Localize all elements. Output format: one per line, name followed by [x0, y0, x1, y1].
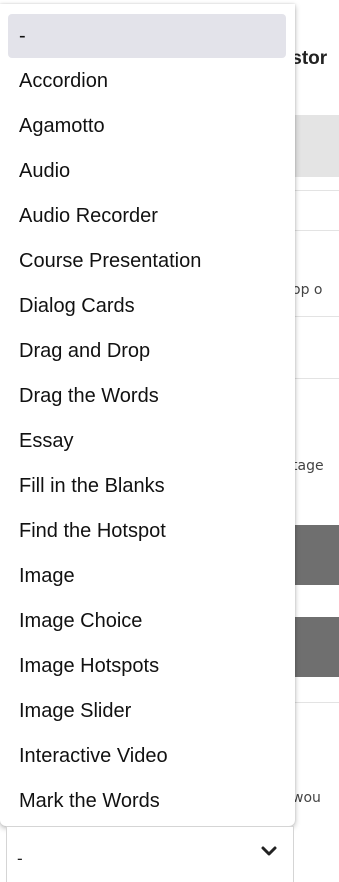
dropdown-option[interactable]: Find the Hotspot	[8, 509, 286, 553]
dropdown-option[interactable]: Fill in the Blanks	[8, 464, 286, 508]
divider	[294, 190, 339, 191]
divider	[294, 702, 339, 703]
dropdown-option[interactable]: Image Choice	[8, 599, 286, 643]
background-gray-band	[294, 115, 339, 177]
divider	[294, 378, 339, 379]
dropdown-option[interactable]: Dialog Cards	[8, 284, 286, 328]
dropdown-option[interactable]: Image Slider	[8, 689, 286, 733]
divider	[294, 230, 339, 231]
background-button[interactable]	[294, 617, 339, 677]
dropdown-option[interactable]: Audio Recorder	[8, 194, 286, 238]
dropdown-option[interactable]: Mark the Words	[8, 779, 286, 823]
select-value: -	[17, 849, 23, 868]
content-type-select[interactable]: -	[6, 826, 294, 882]
divider	[294, 316, 339, 317]
content-type-dropdown-list[interactable]: - Accordion Agamotto Audio Audio Recorde…	[0, 4, 295, 826]
chevron-down-icon[interactable]	[259, 841, 279, 861]
background-button[interactable]	[294, 525, 339, 585]
dropdown-option[interactable]: -	[8, 14, 286, 58]
dropdown-option[interactable]: Essay	[8, 419, 286, 463]
dropdown-option[interactable]: Drag and Drop	[8, 329, 286, 373]
background-text: tage	[292, 458, 324, 474]
dropdown-option[interactable]: Image	[8, 554, 286, 598]
dropdown-option[interactable]: Course Presentation	[8, 239, 286, 283]
dropdown-option[interactable]: Agamotto	[8, 104, 286, 148]
dropdown-option[interactable]: Accordion	[8, 59, 286, 103]
background-text: wou	[292, 790, 321, 806]
dropdown-option[interactable]: Audio	[8, 149, 286, 193]
chevron-down-icon-svg	[261, 846, 277, 856]
dropdown-option[interactable]: Image Hotspots	[8, 644, 286, 688]
background-text: op o	[292, 282, 323, 298]
dropdown-option[interactable]: Interactive Video	[8, 734, 286, 778]
dropdown-option[interactable]: Drag the Words	[8, 374, 286, 418]
